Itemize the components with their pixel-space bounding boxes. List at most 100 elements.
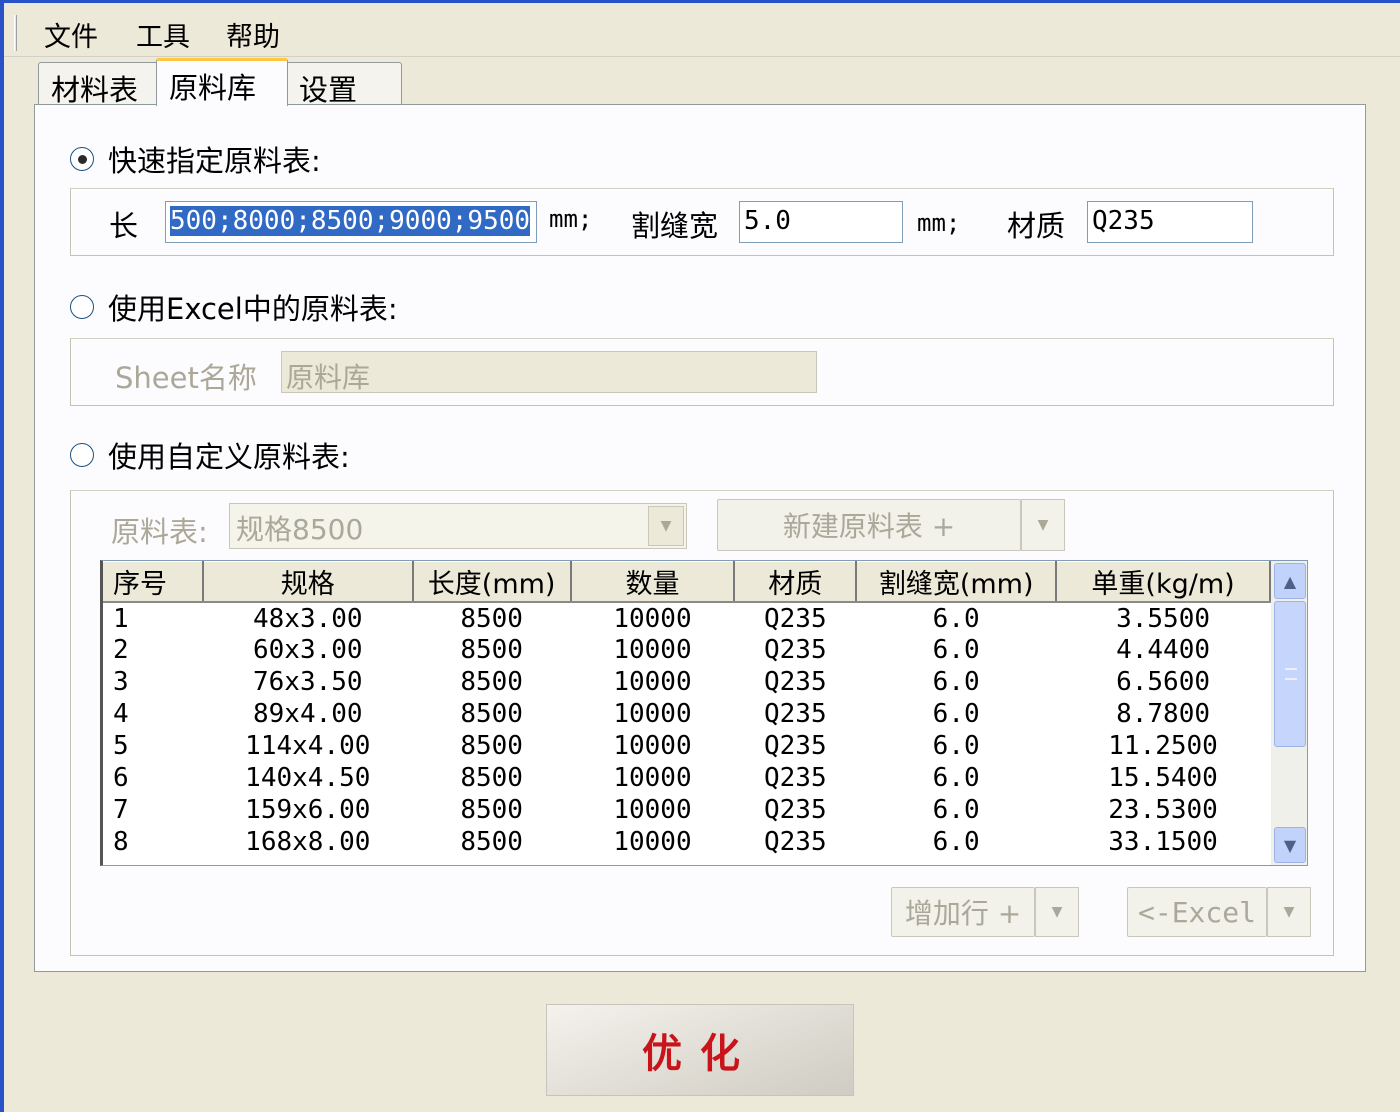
table-cell[interactable]: 10000 <box>571 698 735 730</box>
table-cell[interactable]: 8 <box>103 826 203 858</box>
table-cell[interactable]: 89x4.00 <box>203 698 413 730</box>
table-cell[interactable]: 3 <box>103 666 203 698</box>
column-header[interactable]: 序号 <box>103 561 204 603</box>
table-row[interactable]: 8 168x8.00 8500 10000 Q235 6.0 33.1500 <box>103 826 1270 858</box>
table-cell[interactable]: 6.0 <box>856 698 1056 730</box>
table-cell[interactable]: 48x3.00 <box>203 602 413 634</box>
import-excel-button[interactable]: <-Excel <box>1127 887 1267 937</box>
table-cell[interactable]: 6 <box>103 762 203 794</box>
triangle-down-icon[interactable]: ▼ <box>1267 887 1311 937</box>
table-cell[interactable]: 11.2500 <box>1056 730 1270 762</box>
chevron-down-icon[interactable]: ▼ <box>1274 827 1306 863</box>
triangle-down-icon[interactable]: ▼ <box>648 506 684 546</box>
table-cell[interactable]: 8500 <box>413 602 571 634</box>
column-header[interactable]: 长度(mm) <box>412 561 572 603</box>
table-cell[interactable]: Q235 <box>734 826 856 858</box>
table-cell[interactable]: Q235 <box>734 666 856 698</box>
radio-quick[interactable]: 快速指定原料表: <box>70 138 321 180</box>
table-cell[interactable]: 10000 <box>571 762 735 794</box>
tab-settings[interactable]: 设置 <box>286 62 402 107</box>
column-header[interactable]: 割缝宽(mm) <box>856 561 1058 603</box>
table-cell[interactable]: 10000 <box>571 602 735 634</box>
table-cell[interactable]: 76x3.50 <box>203 666 413 698</box>
table-row[interactable]: 1 48x3.00 8500 10000 Q235 6.0 3.5500 <box>103 602 1270 634</box>
table-row[interactable]: 5 114x4.00 8500 10000 Q235 6.0 11.2500 <box>103 730 1270 762</box>
table-cell[interactable]: 15.5400 <box>1056 762 1270 794</box>
table-cell[interactable]: 6.0 <box>856 602 1056 634</box>
table-cell[interactable]: 6.0 <box>856 762 1056 794</box>
table-row[interactable]: 6 140x4.50 8500 10000 Q235 6.0 15.5400 <box>103 762 1270 794</box>
column-header[interactable]: 单重(kg/m) <box>1056 561 1271 603</box>
table-cell[interactable]: 10000 <box>571 730 735 762</box>
menu-file[interactable]: 文件 <box>36 13 106 56</box>
menu-help[interactable]: 帮助 <box>218 13 288 56</box>
material-input[interactable]: Q235 <box>1087 201 1253 243</box>
table-cell[interactable]: 4.4400 <box>1056 634 1270 666</box>
table-cell[interactable]: 6.0 <box>856 826 1056 858</box>
triangle-down-icon[interactable]: ▼ <box>1021 499 1065 551</box>
table-cell[interactable]: 159x6.00 <box>203 794 413 826</box>
tab-raw-material-library[interactable]: 原料库 <box>156 58 288 106</box>
radio-custom[interactable]: 使用自定义原料表: <box>70 434 350 476</box>
raw-table-combo[interactable]: 规格8500 ▼ <box>229 503 687 549</box>
table-cell[interactable]: 114x4.00 <box>203 730 413 762</box>
table-cell[interactable]: Q235 <box>734 634 856 666</box>
table-cell[interactable]: Q235 <box>734 794 856 826</box>
table-cell[interactable]: 33.1500 <box>1056 826 1270 858</box>
table-cell[interactable]: 8500 <box>413 826 571 858</box>
table-cell[interactable]: 8500 <box>413 666 571 698</box>
table-cell[interactable]: 7 <box>103 794 203 826</box>
raw-material-grid[interactable]: 序号 规格 长度(mm) 数量 材质 割缝宽(mm) 单重(kg/m) 1 48x… <box>100 560 1308 866</box>
table-cell[interactable]: 4 <box>103 698 203 730</box>
table-cell[interactable]: 1 <box>103 602 203 634</box>
column-header[interactable]: 数量 <box>570 561 736 603</box>
radio-unchecked-icon[interactable] <box>70 443 94 467</box>
table-cell[interactable]: 140x4.50 <box>203 762 413 794</box>
radio-excel[interactable]: 使用Excel中的原料表: <box>70 286 398 328</box>
table-cell[interactable]: 10000 <box>571 634 735 666</box>
table-row[interactable]: 3 76x3.50 8500 10000 Q235 6.0 6.5600 <box>103 666 1270 698</box>
table-cell[interactable]: 6.0 <box>856 666 1056 698</box>
table-cell[interactable]: 6.5600 <box>1056 666 1270 698</box>
new-raw-table-button[interactable]: 新建原料表 + <box>717 499 1021 551</box>
table-cell[interactable]: 5 <box>103 730 203 762</box>
kerf-input[interactable]: 5.0 <box>739 201 903 243</box>
table-cell[interactable]: Q235 <box>734 602 856 634</box>
table-cell[interactable]: 168x8.00 <box>203 826 413 858</box>
table-cell[interactable]: 8500 <box>413 762 571 794</box>
sheet-name-input[interactable]: 原料库 <box>281 351 817 393</box>
column-header[interactable]: 规格 <box>202 561 414 603</box>
table-cell[interactable]: 6.0 <box>856 730 1056 762</box>
chevron-up-icon[interactable]: ▲ <box>1274 563 1306 599</box>
table-cell[interactable]: 8500 <box>413 794 571 826</box>
table-row[interactable]: 2 60x3.00 8500 10000 Q235 6.0 4.4400 <box>103 634 1270 666</box>
table-cell[interactable]: 60x3.00 <box>203 634 413 666</box>
optimize-button[interactable]: 优化 <box>546 1004 854 1096</box>
table-row[interactable]: 7 159x6.00 8500 10000 Q235 6.0 23.5300 <box>103 794 1270 826</box>
vertical-scrollbar[interactable]: ▲ ▼ <box>1271 561 1307 865</box>
table-row[interactable]: 4 89x4.00 8500 10000 Q235 6.0 8.7800 <box>103 698 1270 730</box>
table-cell[interactable]: 2 <box>103 634 203 666</box>
add-row-button[interactable]: 增加行 + <box>891 887 1035 937</box>
table-cell[interactable]: 8500 <box>413 730 571 762</box>
table-cell[interactable]: 3.5500 <box>1056 602 1270 634</box>
table-cell[interactable]: 8500 <box>413 698 571 730</box>
radio-unchecked-icon[interactable] <box>70 295 94 319</box>
column-header[interactable]: 材质 <box>734 561 858 603</box>
table-cell[interactable]: 8500 <box>413 634 571 666</box>
table-cell[interactable]: 10000 <box>571 794 735 826</box>
table-cell[interactable]: 6.0 <box>856 634 1056 666</box>
table-cell[interactable]: 8.7800 <box>1056 698 1270 730</box>
tab-material-list[interactable]: 材料表 <box>38 62 158 107</box>
menu-tools[interactable]: 工具 <box>128 13 198 56</box>
table-cell[interactable]: Q235 <box>734 698 856 730</box>
radio-checked-icon[interactable] <box>70 147 94 171</box>
table-cell[interactable]: 23.5300 <box>1056 794 1270 826</box>
table-cell[interactable]: Q235 <box>734 730 856 762</box>
table-cell[interactable]: 6.0 <box>856 794 1056 826</box>
length-input[interactable]: 500;8000;8500;9000;9500 <box>165 201 537 243</box>
table-cell[interactable]: 10000 <box>571 666 735 698</box>
scrollbar-thumb[interactable] <box>1274 601 1306 747</box>
table-cell[interactable]: Q235 <box>734 762 856 794</box>
table-cell[interactable]: 10000 <box>571 826 735 858</box>
